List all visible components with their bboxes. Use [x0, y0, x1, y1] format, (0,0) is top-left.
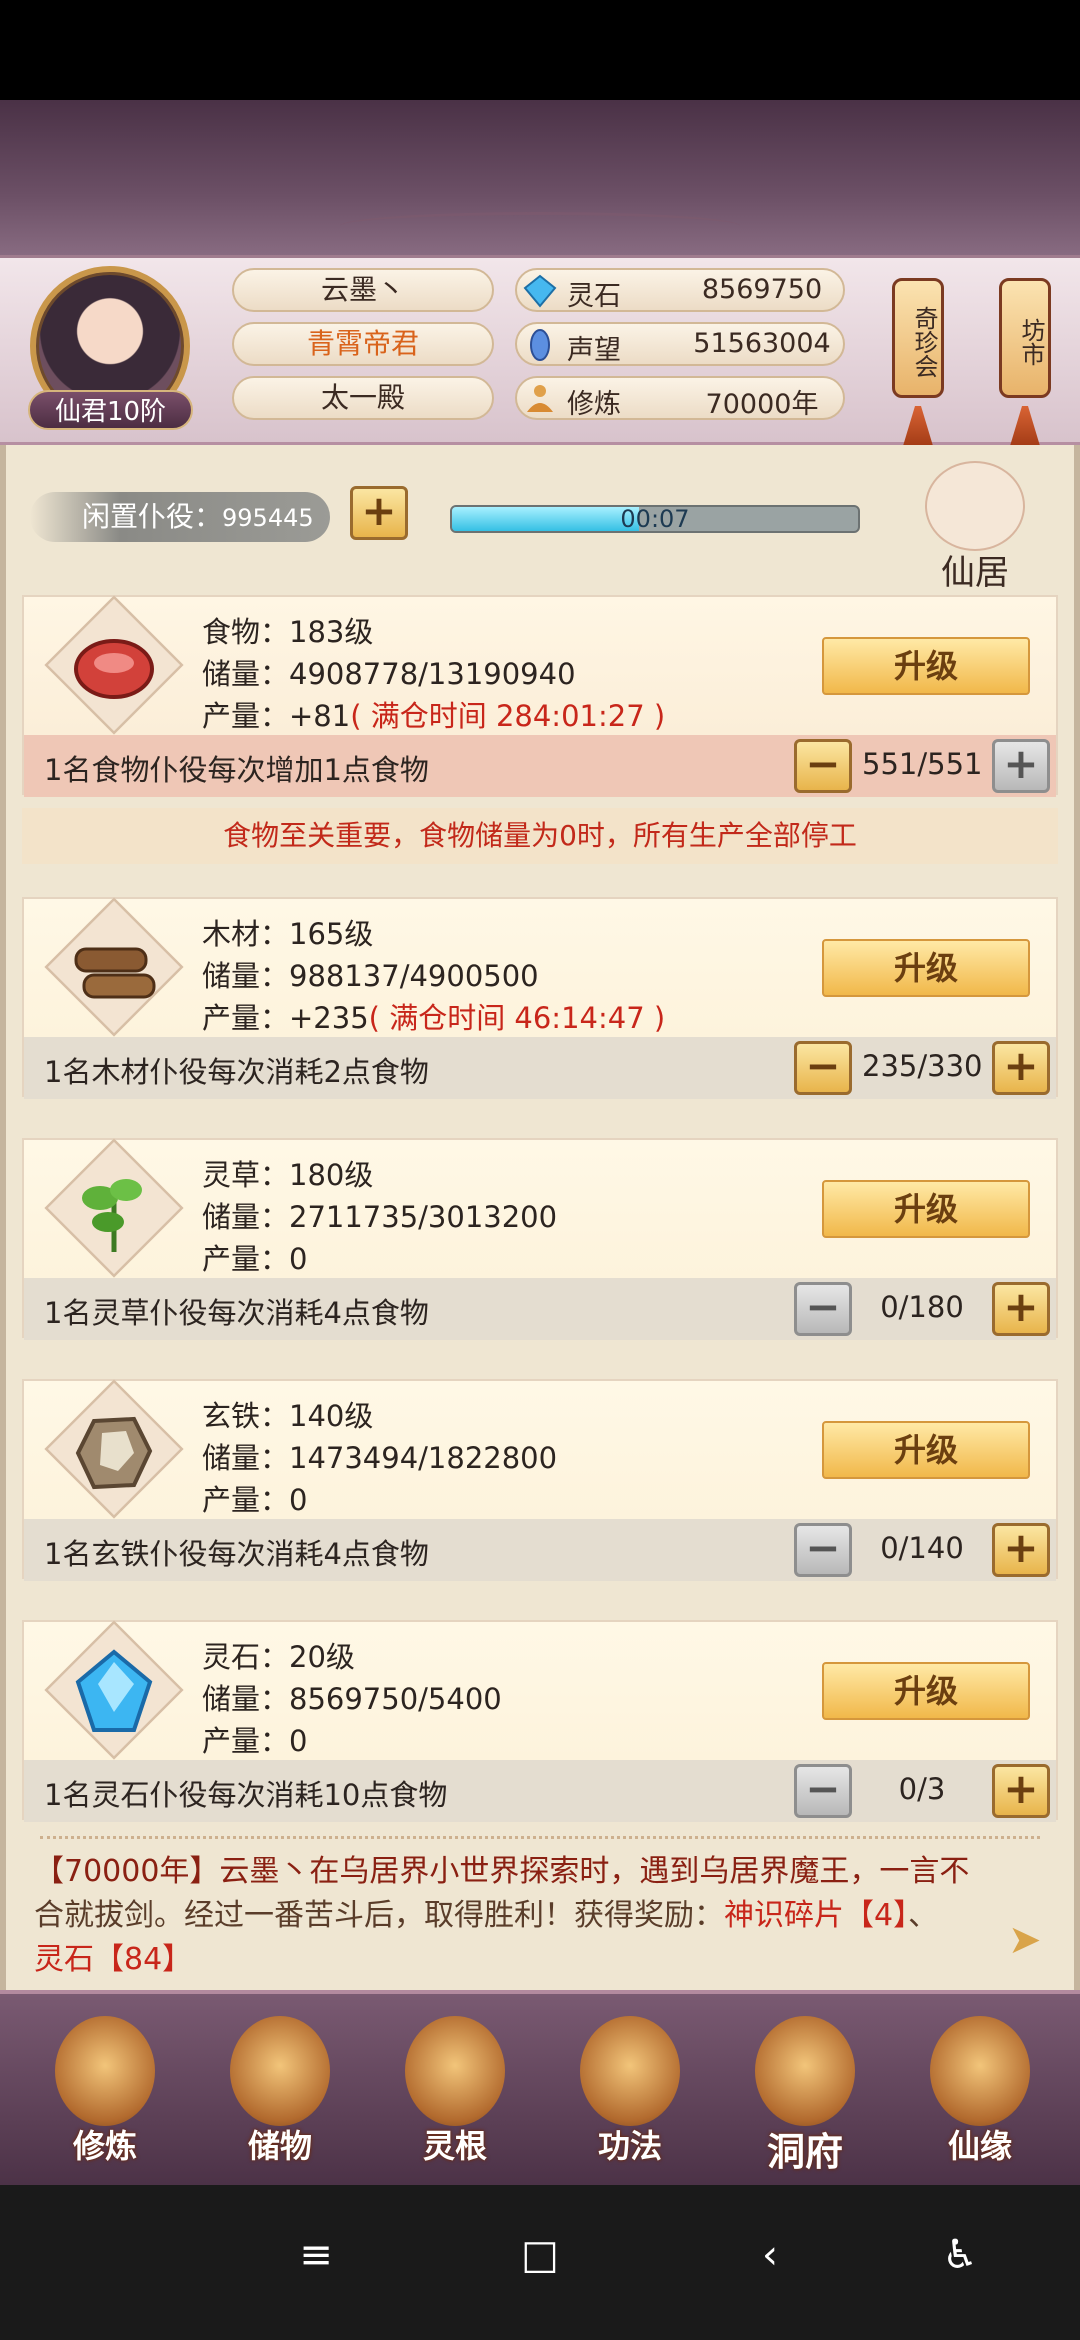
plus-button-food[interactable]: +: [992, 739, 1050, 793]
upgrade-button-spirit-stone[interactable]: 升级: [822, 1662, 1030, 1720]
resource-reputation: 声望 51563004: [515, 322, 845, 366]
food-notice: 食物至关重要，食物储量为0时，所有生产全部停工: [22, 808, 1058, 864]
production-timer: 00:07: [450, 505, 860, 533]
resource-card-wood: 木材：165级 储量：988137/4900500 产量：+235( 满仓时间 …: [22, 897, 1058, 1099]
bottom-nav: 修炼 储物 灵根 功法 洞府 仙缘: [0, 1990, 1080, 2185]
back-icon[interactable]: ‹: [740, 2225, 800, 2285]
upgrade-button-wood[interactable]: 升级: [822, 939, 1030, 997]
treasure-fair-button[interactable]: 奇珍会: [892, 278, 944, 398]
idle-servants: 闲置仆役：995445: [30, 492, 330, 542]
servant-count-wood: 235/330: [862, 1049, 983, 1083]
servant-count-spirit-stone: 0/3: [898, 1772, 946, 1806]
market-button[interactable]: 坊市: [999, 278, 1051, 398]
home-icon[interactable]: □: [510, 2225, 570, 2285]
meditation-icon: [527, 385, 553, 412]
resource-card-food: 食物：183级 储量：4908778/13190940 产量：+81( 满仓时间…: [22, 595, 1058, 797]
spirit-root-icon: [405, 2016, 505, 2126]
tassel-left: [903, 406, 933, 446]
upgrade-button-food[interactable]: 升级: [822, 637, 1030, 695]
event-log[interactable]: 【70000年】云墨丶在乌居界小世界探索时，遇到乌居界魔王，一言不 合就拔剑。经…: [20, 1850, 1060, 1980]
bag-icon: [230, 2016, 330, 2126]
menu-icon[interactable]: ≡: [286, 2225, 346, 2285]
resource-cultivation: 修炼 70000年: [515, 376, 845, 420]
nav-spirit-root[interactable]: 灵根: [385, 2016, 525, 2176]
player-hall[interactable]: 太一殿: [232, 376, 494, 420]
timer-text: 00:07: [620, 505, 690, 533]
meat-icon: [74, 639, 154, 699]
log-divider: [40, 1836, 1040, 1844]
crystal-icon: [75, 1649, 153, 1732]
resource-card-herb: 灵草：180级 储量：2711735/3013200 产量：0 升级 1名灵草仆…: [22, 1138, 1058, 1340]
banner-ornament: [340, 212, 740, 240]
accessibility-icon[interactable]: ♿: [930, 2225, 990, 2285]
player-title[interactable]: 青霄帝君: [232, 322, 494, 366]
status-bar: [0, 0, 1080, 100]
servant-count-food: 551/551: [862, 747, 983, 781]
resource-card-iron: 玄铁：140级 储量：1473494/1822800 产量：0 升级 1名玄铁仆…: [22, 1379, 1058, 1581]
minus-button-food[interactable]: −: [794, 739, 852, 793]
nav-techniques[interactable]: 功法: [560, 2016, 700, 2176]
resource-card-spirit-stone: 灵石：20级 储量：8569750/5400 产量：0 升级 1名灵石仆役每次消…: [22, 1620, 1058, 1822]
reputation-icon: [530, 329, 550, 361]
plus-button-herb[interactable]: +: [992, 1282, 1050, 1336]
upgrade-button-herb[interactable]: 升级: [822, 1180, 1030, 1238]
add-servant-button[interactable]: +: [350, 486, 408, 540]
resource-spirit-stone: 灵石 8569750: [515, 268, 845, 312]
minus-button-spirit-stone[interactable]: −: [794, 1764, 852, 1818]
minus-button-wood[interactable]: −: [794, 1041, 852, 1095]
player-name: 云墨丶: [232, 268, 494, 312]
plus-button-spirit-stone[interactable]: +: [992, 1764, 1050, 1818]
gourd-icon: [930, 2016, 1030, 2126]
herb-icon: [82, 1179, 142, 1252]
nav-fate[interactable]: 仙缘: [910, 2016, 1050, 2176]
nav-storage[interactable]: 储物: [210, 2016, 350, 2176]
nav-cultivate[interactable]: 修炼: [35, 2016, 175, 2176]
nav-cave[interactable]: 洞府: [735, 2016, 875, 2176]
system-nav-bar: ≡ □ ‹ ♿: [0, 2185, 1080, 2340]
xianju-button[interactable]: 仙居: [905, 455, 1045, 593]
cave-icon: [755, 2016, 855, 2126]
wood-icon: [74, 947, 156, 999]
gem-icon: [523, 274, 557, 308]
player-header: 仙君10阶 云墨丶 青霄帝君 太一殿 灵石 8569750 声望 5156300…: [0, 255, 1080, 446]
minus-button-iron[interactable]: −: [794, 1523, 852, 1577]
rank-badge: 仙君10阶: [28, 390, 193, 430]
book-icon: [580, 2016, 680, 2126]
ore-icon: [75, 1416, 153, 1490]
servant-count-herb: 0/180: [880, 1290, 964, 1324]
minus-button-herb[interactable]: −: [794, 1282, 852, 1336]
log-expand-arrow-icon[interactable]: ➤: [1008, 1920, 1048, 1960]
pavilion-icon: [925, 461, 1025, 551]
top-banner: [0, 100, 1080, 260]
plus-button-wood[interactable]: +: [992, 1041, 1050, 1095]
upgrade-button-iron[interactable]: 升级: [822, 1421, 1030, 1479]
tassel-right: [1010, 406, 1040, 446]
plus-button-iron[interactable]: +: [992, 1523, 1050, 1577]
cultivate-icon: [55, 2016, 155, 2126]
servant-count-iron: 0/140: [880, 1531, 964, 1565]
